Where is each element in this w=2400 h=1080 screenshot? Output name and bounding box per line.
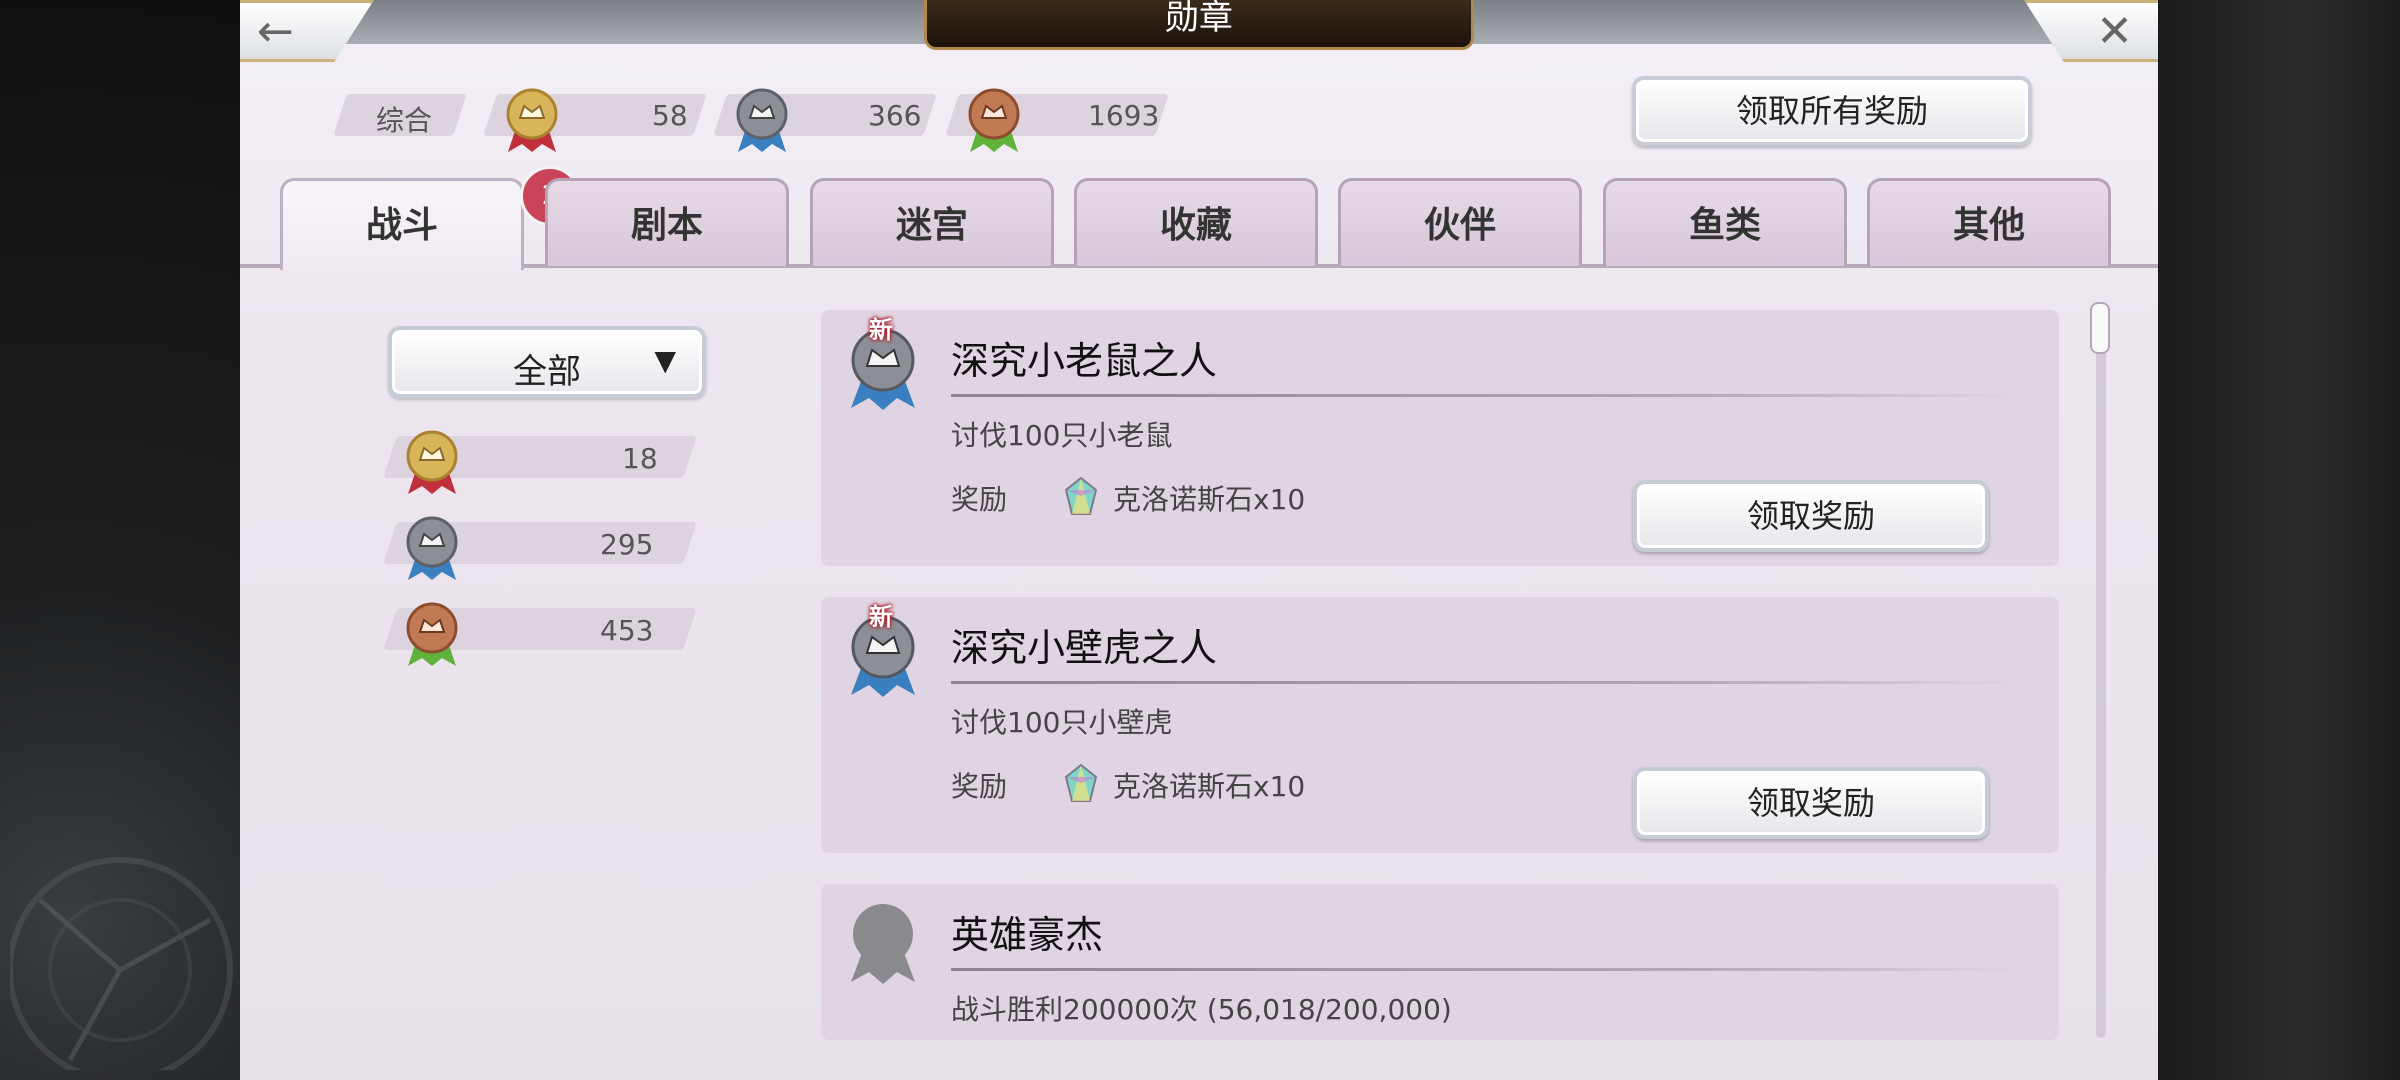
silver-medal-icon	[406, 516, 458, 580]
filter-dropdown[interactable]: 全部 ▼	[388, 326, 706, 398]
new-tag: 新	[869, 316, 893, 344]
page-title: 勋章	[924, 0, 1474, 50]
right-background	[2158, 0, 2400, 1080]
achievement-card: 新 深究小壁虎之人 讨伐100只小壁虎 奖励 克洛诺斯石x10 领取奖励	[821, 597, 2059, 853]
back-arrow-icon: ←	[257, 5, 294, 57]
achievement-title: 深究小老鼠之人	[951, 339, 1218, 383]
achievement-card: 英雄豪杰 战斗胜利200000次 (56,018/200,000)	[821, 884, 2059, 1040]
claim-all-rewards-button[interactable]: 领取所有奖励	[1632, 76, 2032, 146]
reward-label: 奖励	[951, 770, 1008, 803]
tab-label: 迷宫	[895, 204, 968, 246]
tab-label: 剧本	[630, 204, 703, 246]
bronze-count: 1693	[1088, 99, 1160, 132]
tab-label: 收藏	[1159, 204, 1232, 246]
back-button[interactable]: ←	[240, 0, 374, 62]
title-divider	[951, 394, 2021, 397]
achievement-description: 讨伐100只小老鼠	[951, 419, 1173, 452]
gold-count: 58	[652, 99, 688, 132]
tab-labyrinth[interactable]: 迷宫	[810, 178, 1054, 266]
scrollbar-track[interactable]	[2096, 302, 2106, 1038]
claim-reward-button[interactable]: 领取奖励	[1633, 480, 1989, 552]
tab-story[interactable]: 剧本	[545, 178, 789, 266]
category-tabs: 战斗 2 剧本 迷宫 收藏 伙伴 鱼类 其他	[280, 166, 2158, 270]
tab-companion[interactable]: 伙伴	[1338, 178, 1582, 266]
gold-medal-icon	[506, 88, 558, 152]
title-divider	[951, 681, 2021, 684]
tab-label: 伙伴	[1423, 204, 1496, 246]
close-icon: ✕	[2096, 5, 2133, 57]
reward-label: 奖励	[951, 483, 1008, 516]
chronos-stone-icon	[1064, 763, 1098, 802]
tab-label: 其他	[1952, 204, 2025, 246]
tab-fish[interactable]: 鱼类	[1603, 178, 1847, 266]
sidebar-gold-count: 18	[622, 442, 658, 475]
bronze-medal-icon	[968, 88, 1020, 152]
silver-count: 366	[868, 99, 922, 132]
reward-text: 克洛诺斯石x10	[1113, 770, 1306, 803]
new-tag: 新	[869, 603, 893, 631]
achievement-title: 深究小壁虎之人	[951, 626, 1218, 670]
gold-medal-icon	[406, 430, 458, 494]
achievement-card: 新 深究小老鼠之人 讨伐100只小老鼠 奖励 克洛诺斯石x10 领取奖励	[821, 310, 2059, 566]
tab-label: 鱼类	[1688, 204, 1761, 246]
tab-label: 战斗	[365, 204, 438, 246]
bronze-medal-icon	[406, 602, 458, 666]
claim-reward-button[interactable]: 领取奖励	[1633, 767, 1989, 839]
locked-medal-icon	[851, 904, 915, 984]
sidebar-silver-count: 295	[600, 528, 654, 561]
sidebar-bronze-count: 453	[600, 614, 654, 647]
close-button[interactable]: ✕	[2024, 0, 2158, 62]
tab-other[interactable]: 其他	[1867, 178, 2111, 266]
title-divider	[951, 968, 2021, 971]
silver-medal-icon	[736, 88, 788, 152]
scrollbar-thumb[interactable]	[2090, 302, 2110, 354]
summary-label: 综合	[376, 104, 433, 137]
chevron-down-icon: ▼	[654, 344, 676, 377]
tab-collection[interactable]: 收藏	[1074, 178, 1318, 266]
left-background	[0, 0, 240, 1080]
clock-gear-decoration	[10, 857, 233, 1070]
medal-panel: ← 勋章 ✕ 综合 58 366 1693 领取所有奖励 战斗 2 剧本	[240, 0, 2158, 1080]
tab-battle[interactable]: 战斗	[280, 178, 524, 270]
reward-text: 克洛诺斯石x10	[1113, 483, 1306, 516]
achievement-description: 战斗胜利200000次 (56,018/200,000)	[951, 993, 1452, 1026]
chronos-stone-icon	[1064, 476, 1098, 515]
achievement-title: 英雄豪杰	[951, 913, 1104, 957]
achievement-description: 讨伐100只小壁虎	[951, 706, 1173, 739]
